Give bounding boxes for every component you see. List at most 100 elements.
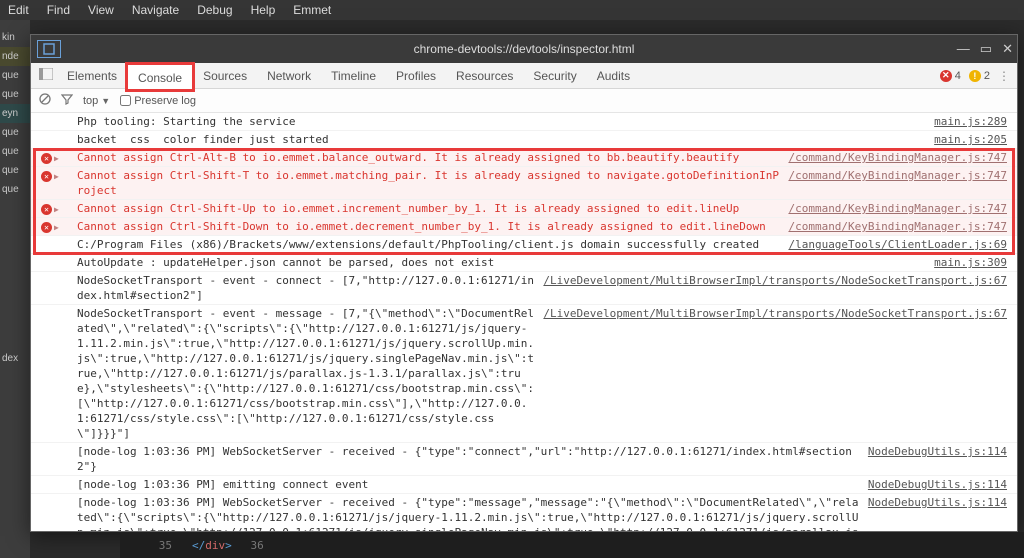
expand-icon[interactable]: ▶ [54,202,59,217]
log-source-link[interactable]: /command/KeyBindingManager.js:747 [788,168,1007,198]
preserve-log-label: Preserve log [134,95,196,107]
menu-debug[interactable]: Debug [197,3,232,17]
log-source-link[interactable]: /LiveDevelopment/MultiBrowserImpl/transp… [543,306,1007,441]
devtools-window: chrome-devtools://devtools/inspector.htm… [30,34,1018,532]
error-icon: ✕ [41,222,52,233]
filter-icon[interactable] [61,93,73,108]
sidebar-item[interactable]: dex [0,349,30,368]
tab-audits[interactable]: Audits [587,63,640,89]
menu-find[interactable]: Find [47,3,70,17]
sidebar-item[interactable]: kin [0,28,30,47]
console-log-row[interactable]: C:/Program Files (x86)/Brackets/www/exte… [31,236,1017,254]
window-title: chrome-devtools://devtools/inspector.htm… [31,42,1017,56]
error-icon: ✕ [41,153,52,164]
log-message: [node-log 1:03:36 PM] WebSocketServer - … [77,444,860,474]
console-log-row[interactable]: [node-log 1:03:36 PM] WebSocketServer - … [31,443,1017,476]
dock-side-icon[interactable] [35,68,57,83]
console-error-row[interactable]: ✕▶ Cannot assign Ctrl-Shift-T to io.emmet… [31,167,1017,200]
console-error-row[interactable]: ✕▶ Cannot assign Ctrl-Shift-Down to io.em… [31,218,1017,236]
log-source-link[interactable]: main.js:205 [934,132,1007,147]
sidebar-item[interactable]: que [0,123,30,142]
tab-network[interactable]: Network [257,63,321,89]
log-message: Php tooling: Starting the service [77,114,926,129]
log-message: C:/Program Files (x86)/Brackets/www/exte… [77,237,780,252]
log-source-link[interactable]: /languageTools/ClientLoader.js:69 [788,237,1007,252]
window-titlebar: chrome-devtools://devtools/inspector.htm… [31,35,1017,63]
close-button[interactable]: ✕ [1002,41,1013,57]
line-number: 35 [150,539,172,552]
sidebar-item[interactable]: que [0,66,30,85]
tab-timeline[interactable]: Timeline [321,63,386,89]
menu-navigate[interactable]: Navigate [132,3,179,17]
sidebar-item[interactable]: eyn [0,104,30,123]
log-message: Cannot assign Ctrl-Shift-T to io.emmet.m… [77,168,780,198]
log-source-link[interactable]: /LiveDevelopment/MultiBrowserImpl/transp… [543,273,1007,303]
error-count-badge[interactable]: ✕4 [940,70,961,82]
console-log-row[interactable]: [node-log 1:03:36 PM] emitting connect e… [31,476,1017,494]
console-error-row[interactable]: ✕▶ Cannot assign Ctrl-Shift-Up to io.emme… [31,200,1017,218]
expand-icon[interactable]: ▶ [54,220,59,235]
log-source-link[interactable]: main.js:289 [934,114,1007,129]
sidebar-item[interactable]: que [0,142,30,161]
working-files-sidebar: kin nde que que eyn que que que que dex [0,20,30,558]
sidebar-item[interactable]: que [0,180,30,199]
sidebar-item[interactable]: que [0,161,30,180]
log-source-link[interactable]: /command/KeyBindingManager.js:747 [788,201,1007,216]
log-message: NodeSocketTransport - event - connect - … [77,273,535,303]
log-source-link[interactable]: NodeDebugUtils.js:114 [868,444,1007,474]
log-source-link[interactable]: NodeDebugUtils.js:114 [868,477,1007,492]
log-message: [node-log 1:03:36 PM] emitting connect e… [77,477,860,492]
console-toolbar: top ▼ Preserve log [31,89,1017,113]
log-source-link[interactable]: main.js:309 [934,255,1007,270]
sidebar-item[interactable]: que [0,85,30,104]
console-log-row[interactable]: [node-log 1:03:36 PM] WebSocketServer - … [31,494,1017,531]
expand-icon[interactable]: ▶ [54,169,59,184]
log-source-link[interactable]: NodeDebugUtils.js:114 [868,495,1007,531]
console-log-row[interactable]: NodeSocketTransport - event - message - … [31,305,1017,443]
tab-security[interactable]: Security [523,63,586,89]
error-count: 4 [955,70,961,82]
app-menu: Edit Find View Navigate Debug Help Emmet [0,0,1024,20]
error-icon: ✕ [41,171,52,182]
warning-count: 2 [984,70,990,82]
code-editor: 35 </div> 36 [120,532,1024,558]
console-error-row[interactable]: ✕▶ Cannot assign Ctrl-Alt-B to io.emmet.b… [31,149,1017,167]
preserve-log-checkbox[interactable] [120,95,131,106]
tab-elements[interactable]: Elements [57,63,127,89]
maximize-button[interactable]: ▭ [980,41,992,57]
devtools-tabs: ElementsConsoleSourcesNetworkTimelinePro… [31,63,1017,89]
console-log-row[interactable]: backet css color finder just started main… [31,131,1017,149]
menu-view[interactable]: View [88,3,114,17]
tab-sources[interactable]: Sources [193,63,257,89]
clear-console-icon[interactable] [39,93,51,108]
console-output[interactable]: Php tooling: Starting the service main.js… [31,113,1017,531]
tab-resources[interactable]: Resources [446,63,523,89]
log-message: Cannot assign Ctrl-Shift-Down to io.emme… [77,219,780,234]
minimize-button[interactable]: — [957,41,970,57]
expand-icon[interactable]: ▶ [54,151,59,166]
log-message: AutoUpdate : updateHelper.json cannot be… [77,255,926,270]
log-message: backet css color finder just started [77,132,926,147]
sidebar-item[interactable]: nde [0,47,30,66]
menu-help[interactable]: Help [251,3,276,17]
console-log-row[interactable]: NodeSocketTransport - event - connect - … [31,272,1017,305]
error-icon: ✕ [41,204,52,215]
console-log-row[interactable]: AutoUpdate : updateHelper.json cannot be… [31,254,1017,272]
more-menu-icon[interactable]: ⋮ [998,69,1011,83]
log-source-link[interactable]: /command/KeyBindingManager.js:747 [788,150,1007,165]
log-message: Cannot assign Ctrl-Alt-B to io.emmet.bal… [77,150,780,165]
log-message: NodeSocketTransport - event - message - … [77,306,535,441]
tab-console[interactable]: Console [127,64,193,90]
preserve-log-toggle[interactable]: Preserve log [120,95,196,107]
menu-edit[interactable]: Edit [8,3,29,17]
execution-context-label: top [83,95,98,107]
log-message: [node-log 1:03:36 PM] WebSocketServer - … [77,495,860,531]
log-source-link[interactable]: /command/KeyBindingManager.js:747 [788,219,1007,234]
tab-profiles[interactable]: Profiles [386,63,446,89]
warning-count-badge[interactable]: !2 [969,70,990,82]
log-message: Cannot assign Ctrl-Shift-Up to io.emmet.… [77,201,780,216]
chevron-down-icon: ▼ [101,96,110,106]
execution-context-selector[interactable]: top ▼ [83,95,110,107]
menu-emmet[interactable]: Emmet [293,3,331,17]
console-log-row[interactable]: Php tooling: Starting the service main.js… [31,113,1017,131]
